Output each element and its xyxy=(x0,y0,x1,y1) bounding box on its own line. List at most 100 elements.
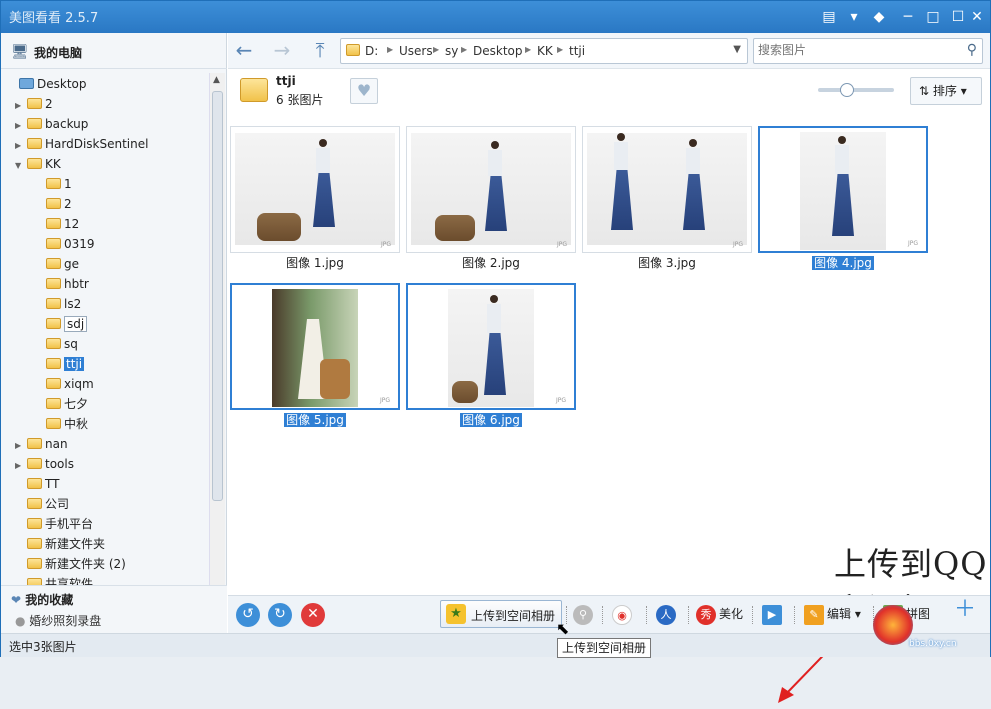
tree-node[interactable]: 0319 xyxy=(34,235,95,253)
scroll-up-icon[interactable]: ▲ xyxy=(213,75,220,85)
figure-top xyxy=(686,148,700,174)
figure-skirt xyxy=(611,170,633,230)
photo-thumbnail[interactable]: JPG 图像 3.jpg xyxy=(582,126,752,271)
close-icon[interactable]: ✕ xyxy=(967,7,987,27)
tree-node[interactable]: xiqm xyxy=(34,375,94,393)
tree-node[interactable]: 公司 xyxy=(15,495,69,513)
restore-icon[interactable]: □ xyxy=(923,7,943,27)
zoom-slider[interactable] xyxy=(818,83,894,97)
path-segment[interactable]: Users xyxy=(399,44,433,58)
tree-node[interactable]: ▶ tools xyxy=(15,455,74,473)
wand-icon: ✎ xyxy=(804,604,824,625)
menu-icon[interactable]: ▾ xyxy=(844,7,864,27)
favorite-button[interactable]: ♥ xyxy=(350,78,378,104)
tree-node[interactable]: Desktop xyxy=(7,75,87,93)
sort-button[interactable]: ⇅ 排序 ▾ xyxy=(910,77,982,105)
photo-thumbnail[interactable]: JPG 图像 6.jpg xyxy=(406,283,576,428)
upload-qzone-button[interactable]: ★ 上传到空间相册 xyxy=(440,600,562,628)
tree-node[interactable]: TT xyxy=(15,475,59,493)
path-bar[interactable]: D: ▶ Users ▶ sy ▶ Desktop ▶ KK ▶ ttji ▼ xyxy=(340,38,748,64)
path-separator-icon[interactable]: ▶ xyxy=(557,45,563,54)
favorites-item[interactable]: ● 婚纱照刻录盘 xyxy=(15,612,101,629)
path-separator-icon[interactable]: ▶ xyxy=(433,45,439,54)
tree-node[interactable]: ▼ KK xyxy=(15,155,61,173)
back-arrow-icon[interactable]: ← xyxy=(232,39,256,63)
zoom-slider-knob[interactable] xyxy=(840,83,854,97)
tree-node[interactable]: ls2 xyxy=(34,295,81,313)
expand-right-icon[interactable]: ▶ xyxy=(15,97,27,115)
expand-right-icon[interactable]: ▶ xyxy=(15,437,27,455)
rotate-right-icon[interactable]: ↻ xyxy=(268,603,292,627)
tree-node[interactable]: 新建文件夹 (2) xyxy=(15,555,126,573)
tree-node[interactable]: sq xyxy=(34,335,78,353)
search-input[interactable] xyxy=(758,43,958,57)
my-computer-header[interactable]: 🖥 我的电脑 xyxy=(1,33,227,69)
tree-node[interactable]: 七夕 xyxy=(34,395,88,413)
folder-icon xyxy=(46,318,61,329)
path-dropdown-icon[interactable]: ▼ xyxy=(733,44,741,55)
expand-down-icon[interactable]: ▼ xyxy=(15,157,27,175)
maximize-icon[interactable]: ☐ xyxy=(948,7,968,27)
photo-thumbnail[interactable]: JPG 图像 5.jpg xyxy=(230,283,400,428)
folder-icon xyxy=(27,538,42,549)
photo-caption: 图像 3.jpg xyxy=(582,254,752,271)
tree-node[interactable]: ▶ HardDiskSentinel xyxy=(15,135,148,153)
photo-thumbnail[interactable]: JPG 图像 1.jpg xyxy=(230,126,400,271)
photo-caption-text: 图像 6.jpg xyxy=(460,413,522,427)
weibo-button[interactable]: ◉ xyxy=(612,604,635,625)
forward-arrow-icon[interactable]: → xyxy=(270,39,294,63)
photo-thumbnail[interactable]: JPG 图像 4.jpg xyxy=(758,126,928,271)
path-separator-icon[interactable]: ▶ xyxy=(525,45,531,54)
figure-head xyxy=(319,139,327,147)
skin-icon[interactable]: ▤ xyxy=(819,7,839,27)
watermark-logo xyxy=(873,605,913,645)
tree-node[interactable]: sdj xyxy=(34,315,88,333)
scroll-thumb[interactable] xyxy=(212,91,223,501)
tree-node[interactable]: ge xyxy=(34,255,79,273)
tree-node[interactable]: 中秋 xyxy=(34,415,88,433)
tree-scrollbar[interactable]: ▲ ▼ xyxy=(209,73,225,609)
expand-right-icon[interactable]: ▶ xyxy=(15,457,27,475)
tree-node[interactable]: 2 xyxy=(34,195,72,213)
tree-node[interactable]: 新建文件夹 xyxy=(15,535,105,553)
shirt-icon[interactable]: ◆ xyxy=(869,7,889,27)
renren-icon: 人 xyxy=(656,604,676,625)
slideshow-button[interactable]: ▶ xyxy=(762,604,785,625)
title-bar[interactable]: 美图看看 2.5.7 ▤ ▾ ◆ ─ □ ☐ ✕ xyxy=(1,1,990,33)
tree-node[interactable]: ▶ nan xyxy=(15,435,68,453)
expand-right-icon[interactable]: ▶ xyxy=(15,137,27,155)
favorites-title[interactable]: ❤ 我的收藏 xyxy=(11,591,73,608)
search-icon[interactable]: ⚲ xyxy=(967,42,977,58)
renren-button[interactable]: 人 xyxy=(656,604,679,625)
path-segment[interactable]: KK xyxy=(537,44,553,58)
qzone-star-icon: ★ xyxy=(446,604,466,624)
up-folder-icon[interactable]: ⤒ xyxy=(308,39,332,63)
photo-caption-text: 图像 3.jpg xyxy=(638,256,696,270)
tree-node[interactable]: 12 xyxy=(34,215,79,233)
tree-node[interactable]: ▶ backup xyxy=(15,115,88,133)
jpg-tag: JPG xyxy=(732,241,743,248)
tree-node[interactable]: 手机平台 xyxy=(15,515,93,533)
favorites-section: ❤ 我的收藏 ● 婚纱照刻录盘 xyxy=(1,585,227,633)
beautify-button[interactable]: 秀美化 xyxy=(696,604,743,625)
tree-node[interactable]: ttji xyxy=(34,355,85,373)
minimize-icon[interactable]: ─ xyxy=(898,7,918,27)
rotate-left-icon[interactable]: ↺ xyxy=(236,603,260,627)
path-separator-icon[interactable]: ▶ xyxy=(387,45,393,54)
tree-node[interactable]: ▶ 2 xyxy=(15,95,53,113)
expand-right-icon[interactable]: ▶ xyxy=(15,117,27,135)
tree-node[interactable]: hbtr xyxy=(34,275,89,293)
edit-button[interactable]: ✎ 编辑 ▾ xyxy=(804,604,861,625)
tree-node-label: xiqm xyxy=(64,377,94,391)
search-box[interactable]: ⚲ xyxy=(753,38,983,64)
tree-node[interactable]: 1 xyxy=(34,175,72,193)
path-segment[interactable]: Desktop xyxy=(473,44,523,58)
path-separator-icon[interactable]: ▶ xyxy=(461,45,467,54)
delete-icon[interactable]: ✕ xyxy=(301,603,325,627)
folder-icon xyxy=(27,438,42,449)
path-segment[interactable]: D: xyxy=(365,44,378,58)
share-search-button[interactable]: ⚲ xyxy=(573,604,596,625)
path-segment[interactable]: sy xyxy=(445,44,458,58)
path-segment[interactable]: ttji xyxy=(569,44,585,58)
photo-thumbnail[interactable]: JPG 图像 2.jpg xyxy=(406,126,576,271)
